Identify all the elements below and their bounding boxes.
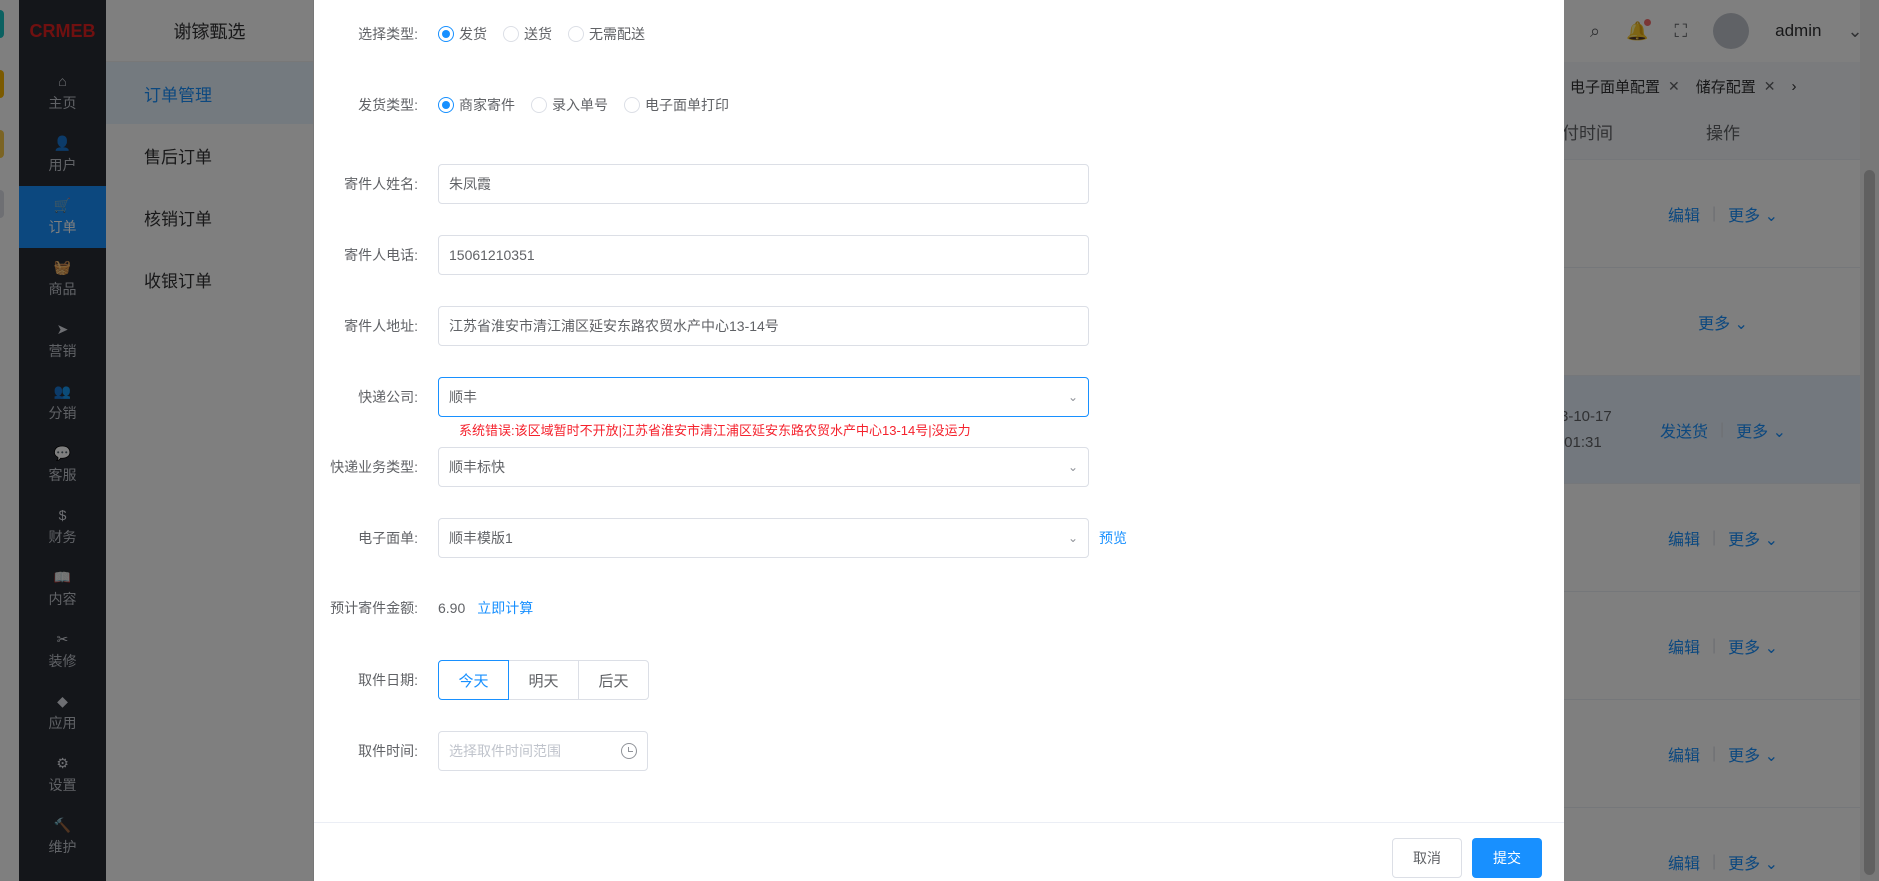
radio-label: 无需配送 [589,26,645,42]
chevron-down-icon: ⌄ [1067,390,1078,404]
sender-phone-row: 寄件人电话: 15061210351 [314,235,1089,275]
service-type-row: 快递业务类型: 顺丰标快 ⌄ [314,447,1089,487]
select-type-row: 选择类型: 发货 送货 无需配送 [314,24,645,44]
express-company-value: 顺丰 [449,389,477,405]
e-waybill-row: 电子面单: 顺丰模版1 ⌄ 预览 [314,518,1127,558]
radio-label: 发货 [459,26,487,42]
est-fee-label: 预计寄件金额: [330,600,418,616]
radio-circle-icon [503,26,519,42]
radio-circle-icon [531,97,547,113]
express-company-label: 快递公司: [358,389,418,405]
radio-option[interactable]: 电子面单打印 [624,95,729,115]
pickup-time-placeholder: 选择取件时间范围 [449,743,561,759]
radio-label: 录入单号 [552,97,608,113]
sender-address-label: 寄件人地址: [344,318,418,334]
select-type-radio-group: 发货 送货 无需配送 [438,24,645,44]
select-type-label: 选择类型: [358,26,418,42]
est-fee-value: 6.90 [438,600,466,616]
preview-link[interactable]: 预览 [1099,528,1127,548]
e-waybill-select[interactable]: 顺丰模版1 ⌄ [438,518,1089,558]
sender-name-value: 朱凤霞 [449,176,491,192]
submit-button[interactable]: 提交 [1472,838,1542,878]
pickup-time-picker[interactable]: 选择取件时间范围 [438,731,648,771]
ship-type-radio-group: 商家寄件 录入单号 电子面单打印 [438,95,729,115]
radio-circle-icon [438,26,454,42]
radio-option[interactable]: 发货 [438,24,487,44]
sender-address-value: 江苏省淮安市清江浦区延安东路农贸水产中心13-14号 [449,318,779,334]
express-error-message: 系统错误:该区域暂时不开放|江苏省淮安市清江浦区延安东路农贸水产中心13-14号… [459,423,971,438]
radio-circle-icon [568,26,584,42]
pickup-date-option[interactable]: 后天 [578,660,649,700]
express-company-select[interactable]: 顺丰 ⌄ [438,377,1089,417]
ship-type-label: 发货类型: [358,97,418,113]
sender-address-row: 寄件人地址: 江苏省淮安市清江浦区延安东路农贸水产中心13-14号 [314,306,1089,346]
pickup-time-label: 取件时间: [358,743,418,759]
chevron-down-icon: ⌄ [1067,531,1078,545]
pickup-date-option[interactable]: 明天 [508,660,579,700]
cancel-button[interactable]: 取消 [1392,838,1462,878]
sender-name-row: 寄件人姓名: 朱凤霞 [314,164,1089,204]
sender-phone-label: 寄件人电话: [344,247,418,263]
radio-label: 送货 [524,26,552,42]
radio-option[interactable]: 录入单号 [531,95,608,115]
sender-phone-value: 15061210351 [449,247,535,263]
radio-option[interactable]: 商家寄件 [438,95,515,115]
service-type-value: 顺丰标快 [449,459,505,475]
pickup-date-option[interactable]: 今天 [438,660,509,700]
calculate-link[interactable]: 立即计算 [477,598,533,618]
est-fee-row: 预计寄件金额: 6.90 立即计算 [314,598,533,618]
radio-option[interactable]: 无需配送 [568,24,645,44]
ship-type-row: 发货类型: 商家寄件 录入单号 电子面单打印 [314,95,729,115]
chevron-down-icon: ⌄ [1067,460,1078,474]
clock-icon [621,743,637,759]
sender-name-input[interactable]: 朱凤霞 [438,164,1089,204]
shipping-dialog: 选择类型: 发货 送货 无需配送 发货类型: 商家寄件 录入单号 电子面单打印 寄件人姓… [314,0,1564,881]
pickup-time-row: 取件时间: 选择取件时间范围 [314,731,648,771]
service-type-select[interactable]: 顺丰标快 ⌄ [438,447,1089,487]
sender-name-label: 寄件人姓名: [344,176,418,192]
e-waybill-label: 电子面单: [358,530,418,546]
e-waybill-value: 顺丰模版1 [449,530,513,546]
radio-label: 电子面单打印 [645,97,729,113]
radio-circle-icon [438,97,454,113]
pickup-date-label: 取件日期: [358,672,418,688]
service-type-label: 快递业务类型: [330,459,418,475]
radio-circle-icon [624,97,640,113]
radio-label: 商家寄件 [459,97,515,113]
sender-address-input[interactable]: 江苏省淮安市清江浦区延安东路农贸水产中心13-14号 [438,306,1089,346]
express-company-row: 快递公司: 顺丰 ⌄ [314,377,1089,417]
dialog-footer-divider [314,822,1564,823]
pickup-date-row: 取件日期: 今天 明天 后天 [314,660,649,700]
radio-option[interactable]: 送货 [503,24,552,44]
sender-phone-input[interactable]: 15061210351 [438,235,1089,275]
pickup-date-group: 今天 明天 后天 [438,660,649,700]
